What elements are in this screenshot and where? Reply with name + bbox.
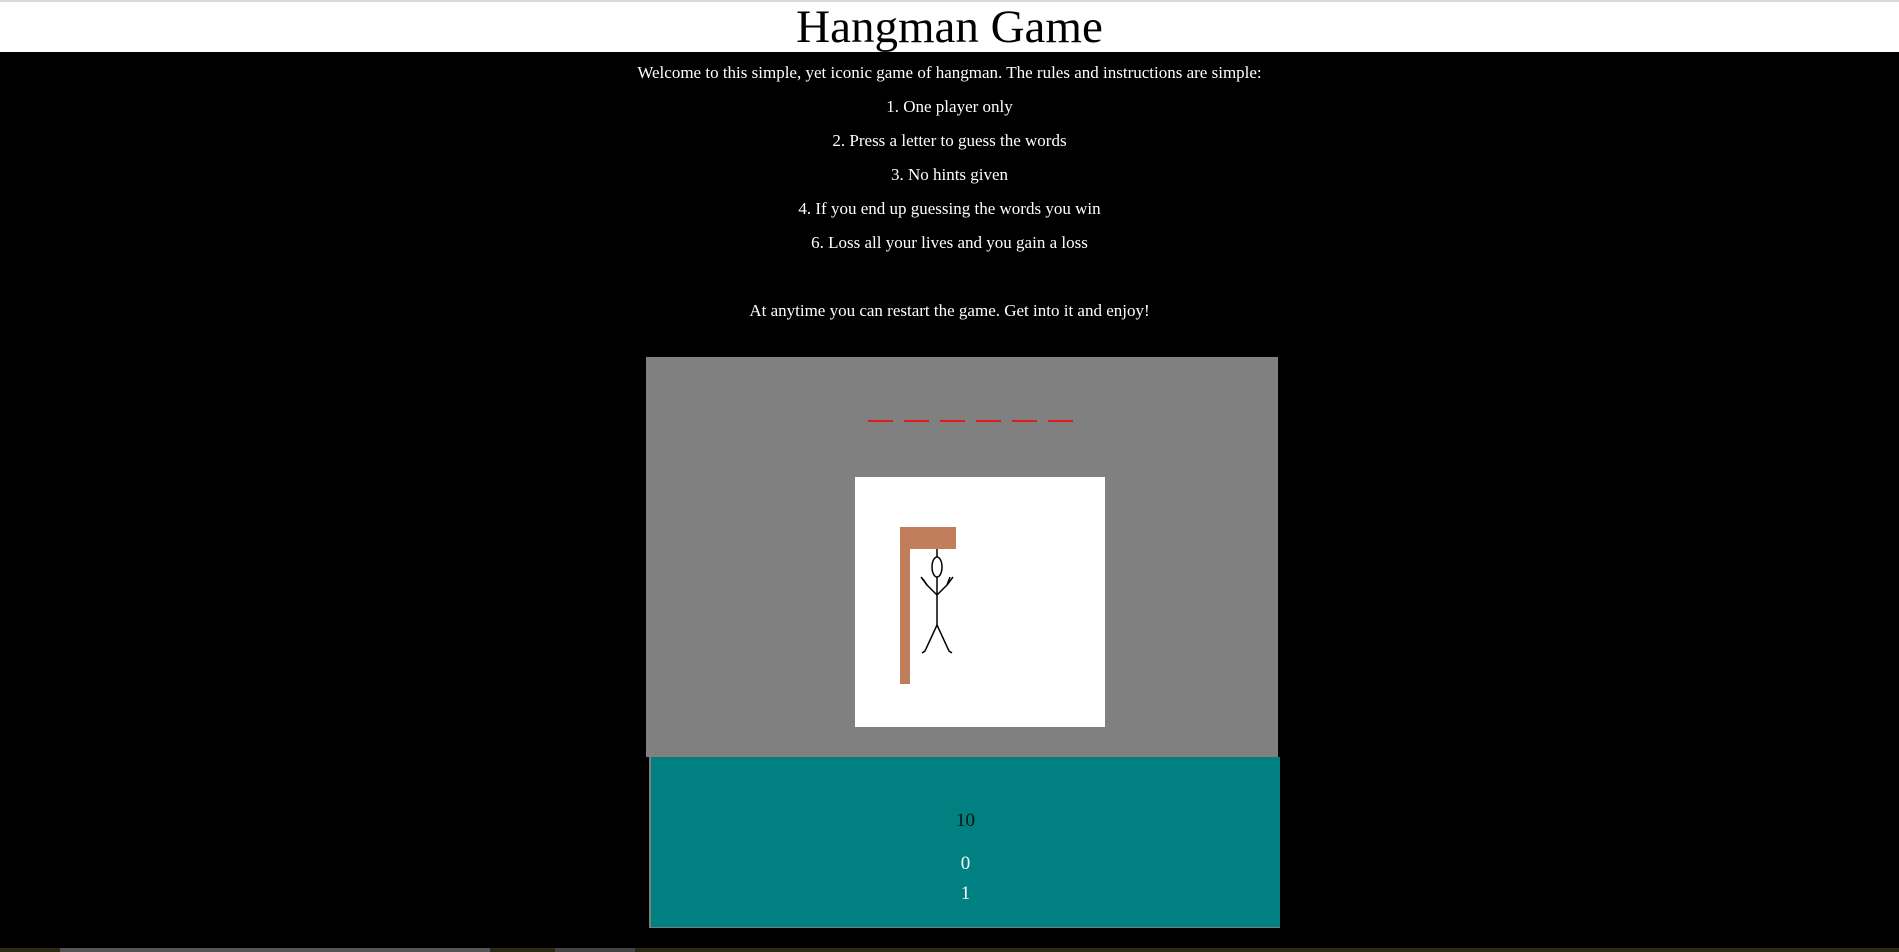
letter-blank	[975, 420, 1001, 422]
welcome-text: Welcome to this simple, yet iconic game …	[637, 63, 1262, 82]
wins-counter: 0	[960, 853, 971, 874]
instructions: Welcome to this simple, yet iconic game …	[0, 58, 1899, 330]
closing-text: At anytime you can restart the game. Get…	[749, 301, 1150, 320]
letter-blank	[903, 420, 929, 422]
page-title: Hangman Game	[796, 1, 1103, 53]
letter-blank	[867, 420, 893, 422]
rule-2: 2. Press a letter to guess the words	[832, 131, 1067, 150]
game-panel	[646, 357, 1278, 757]
scrollbar-thumb[interactable]	[555, 948, 635, 952]
rule-4: 4. If you end up guessing the words you …	[798, 199, 1101, 218]
word-blanks	[646, 394, 1278, 424]
head	[931, 556, 943, 578]
losses-counter: 1	[960, 883, 971, 904]
rule-1: 1. One player only	[886, 97, 1013, 116]
bottom-strip	[0, 948, 1899, 952]
letter-blank	[1047, 420, 1073, 422]
gallows-beam	[900, 527, 956, 549]
left-hand	[920, 576, 928, 586]
scrollbar-track[interactable]	[60, 948, 490, 952]
page-header: Hangman Game	[0, 2, 1899, 52]
hangman-canvas	[855, 477, 1105, 727]
stats-panel: 10 0 1	[649, 757, 1280, 928]
legs	[921, 623, 953, 654]
lives-counter: 10	[956, 810, 975, 831]
letter-blank	[1011, 420, 1037, 422]
gallows-post	[900, 527, 910, 684]
letter-blank	[939, 420, 965, 422]
rule-3: 3. No hints given	[890, 165, 1009, 184]
rule-5: 6. Loss all your lives and you gain a lo…	[811, 233, 1088, 252]
hangman-drawing	[900, 527, 956, 684]
